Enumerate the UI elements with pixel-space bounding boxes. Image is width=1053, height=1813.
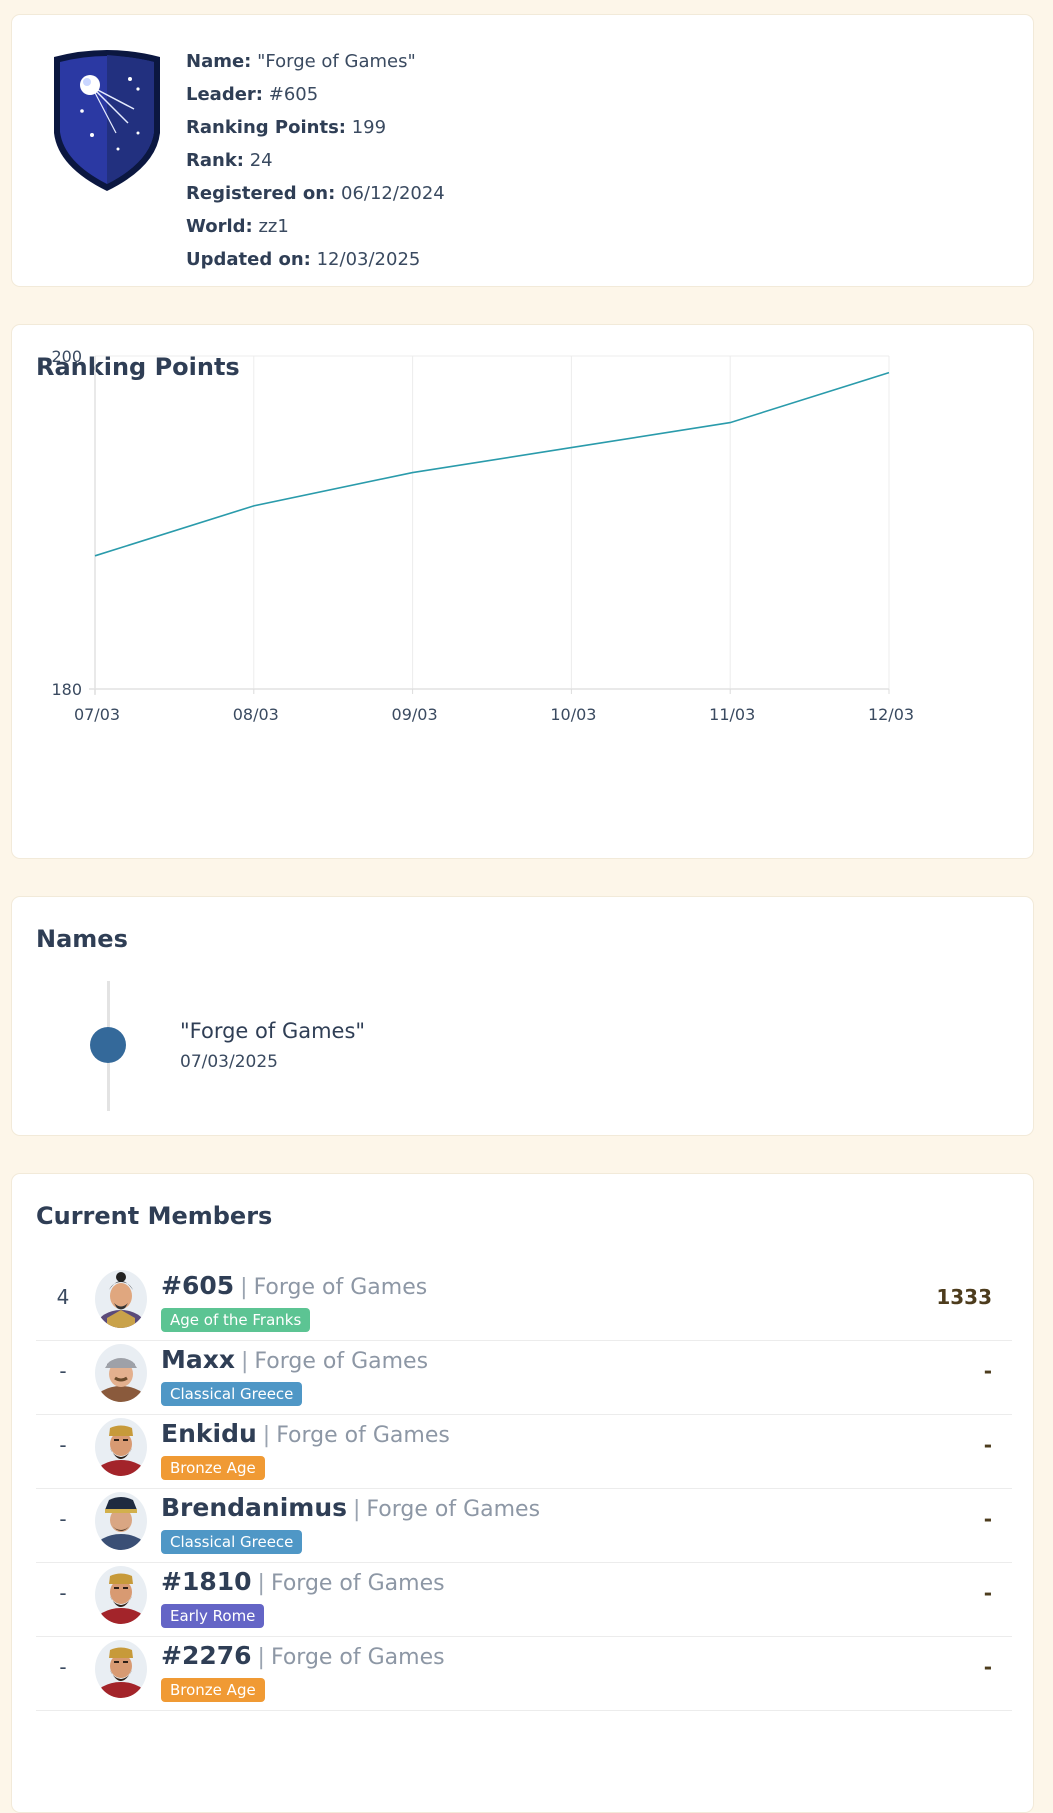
member-name-line: Maxx|Forge of Games — [161, 1345, 428, 1374]
member-points: - — [984, 1359, 992, 1383]
member-name[interactable]: #2276 — [161, 1641, 252, 1670]
member-name-line: #605| Forge of Games — [161, 1271, 427, 1300]
member-name-line: Brendanimus|Forge of Games — [161, 1493, 540, 1522]
member-name[interactable]: Enkidu — [161, 1419, 257, 1448]
member-points: - — [984, 1581, 992, 1605]
member-name-line: #2276|Forge of Games — [161, 1641, 445, 1670]
info-ranking-points-row: Ranking Points: 199 — [186, 111, 445, 144]
member-name-line: Enkidu|Forge of Games — [161, 1419, 450, 1448]
member-rank: - — [36, 1655, 90, 1679]
chart-x-tick-label: 08/03 — [233, 705, 279, 724]
member-points: - — [984, 1433, 992, 1457]
chart-x-tick-label: 10/03 — [550, 705, 596, 724]
member-row[interactable]: - Enkidu|Forge of Games Bronze Age - — [36, 1405, 1012, 1489]
member-age-badge: Bronze Age — [161, 1456, 265, 1480]
member-rank: - — [36, 1581, 90, 1605]
info-rank-row: Rank: 24 — [186, 144, 445, 177]
guild-info-list: Name: "Forge of Games" Leader: #605 Rank… — [186, 45, 445, 276]
member-rank: - — [36, 1507, 90, 1531]
member-name[interactable]: #1810 — [161, 1567, 252, 1596]
current-members-card: Current Members 4#605|Forge of GamesAge … — [11, 1173, 1034, 1813]
member-guild[interactable]: Forge of Games — [366, 1497, 540, 1522]
member-age-badge: Early Rome — [161, 1604, 264, 1628]
helmeted-soldier-avatar-icon — [95, 1344, 147, 1402]
member-guild[interactable]: Forge of Games — [254, 1275, 428, 1300]
member-guild[interactable]: Forge of Games — [271, 1571, 445, 1596]
name-separator: | — [240, 1275, 247, 1300]
name-separator: | — [258, 1571, 265, 1596]
member-rank: - — [36, 1433, 90, 1457]
chart-x-tick-label: 12/03 — [868, 705, 914, 724]
info-leader-row: Leader: #605 — [186, 78, 445, 111]
member-name-line: #1810|Forge of Games — [161, 1567, 445, 1596]
samurai-avatar-icon — [95, 1270, 147, 1328]
member-row[interactable]: - #1810|Forge of Games Early Rome - — [36, 1553, 1012, 1637]
member-age-badge: Classical Greece — [161, 1530, 302, 1554]
chart-x-tick-label: 09/03 — [392, 705, 438, 724]
member-guild[interactable]: Forge of Games — [271, 1645, 445, 1670]
member-rank: 4 — [36, 1285, 90, 1309]
member-name[interactable]: #605 — [161, 1271, 234, 1300]
chart-x-tick-label: 11/03 — [709, 705, 755, 724]
member-age-badge: Age of the Franks — [161, 1308, 310, 1332]
member-row[interactable]: -#2276|Forge of GamesBronze Age- — [36, 1627, 1012, 1711]
member-row[interactable]: 4 #605| Forge of Games Age of the Franks 133… — [36, 1257, 1012, 1341]
ranking-points-chart: 07/03 08/03 09/03 10/03 11/03 12/03 200 180 — [12, 325, 1035, 860]
satellite-shield-emblem-icon — [46, 45, 168, 193]
ranking-points-line — [95, 373, 889, 556]
name-history-date: 07/03/2025 — [180, 1052, 278, 1072]
general-avatar-icon — [95, 1492, 147, 1550]
current-members-title: Current Members — [36, 1202, 272, 1230]
ranking-points-card: Ranking Points 07/0308/0309/0310/0311/03… — [11, 324, 1034, 859]
member-rank: - — [36, 1359, 90, 1383]
member-age-badge: Bronze Age — [161, 1678, 265, 1702]
info-updated-row: Updated on: 12/03/2025 — [186, 243, 445, 276]
member-name[interactable]: Brendanimus — [161, 1493, 347, 1522]
name-separator: | — [353, 1497, 360, 1522]
member-guild[interactable]: Forge of Games — [254, 1349, 428, 1374]
bearded-king-avatar-icon — [95, 1640, 147, 1698]
timeline-dot — [90, 1027, 126, 1063]
info-registered-row: Registered on: 06/12/2024 — [186, 177, 445, 210]
names-card: Names "Forge of Games" 07/03/2025 — [11, 896, 1034, 1136]
member-row[interactable]: - Brendanimus|Forge of Games Classical Gre… — [36, 1479, 1012, 1563]
chart-y-tick-label: 180 — [51, 680, 82, 699]
member-points: 1333 — [936, 1285, 992, 1309]
guild-info-card: Name: "Forge of Games" Leader: #605 Rank… — [11, 14, 1034, 287]
info-name-row: Name: "Forge of Games" — [186, 45, 445, 78]
chart-y-tick-label: 200 — [51, 347, 82, 366]
name-separator: | — [263, 1423, 270, 1448]
info-world-row: World: zz1 — [186, 210, 445, 243]
bearded-king-avatar-icon — [95, 1566, 147, 1624]
name-separator: | — [258, 1645, 265, 1670]
member-points: - — [984, 1507, 992, 1531]
member-name[interactable]: Maxx — [161, 1345, 235, 1374]
name-separator: | — [241, 1349, 248, 1374]
member-points: - — [984, 1655, 992, 1679]
bearded-king-avatar-icon — [95, 1418, 147, 1476]
member-age-badge: Classical Greece — [161, 1382, 302, 1406]
names-title: Names — [36, 925, 128, 953]
member-row[interactable]: - Maxx|Forge of Games Classical Greece - — [36, 1331, 1012, 1415]
chart-x-tick-label: 07/03 — [74, 705, 120, 724]
name-history-entry: "Forge of Games" — [180, 1019, 365, 1043]
member-guild[interactable]: Forge of Games — [276, 1423, 450, 1448]
